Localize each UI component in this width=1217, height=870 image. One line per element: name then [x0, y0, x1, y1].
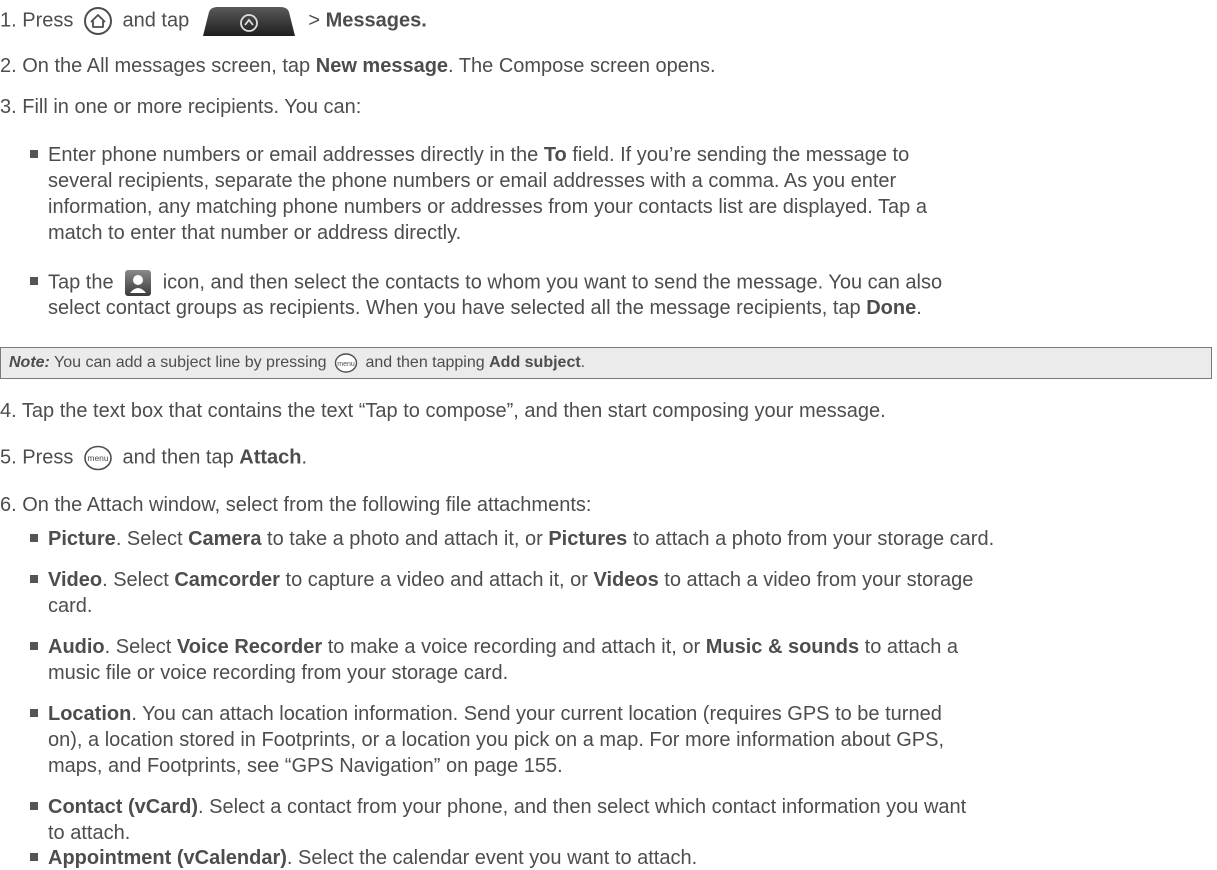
- bullet-marker: [30, 277, 38, 285]
- menu-button-icon: menu: [334, 353, 358, 373]
- attachment-location-line-2: on), a location stored in Footprints, or…: [48, 729, 945, 751]
- note-box: Note: You can add a subject line by pres…: [0, 347, 1212, 379]
- bullet-marker: [30, 574, 38, 583]
- menu-button-icon: menu: [84, 445, 112, 471]
- recipient-bullet-2-line-2: select contact groups as recipients. Whe…: [48, 297, 922, 319]
- step-4: 4. Tap the text box that contains the te…: [0, 400, 886, 422]
- step-2: 2. On the All messages screen, tap New m…: [0, 55, 716, 77]
- recipient-bullet-1: Enter phone numbers or email addresses d…: [30, 143, 909, 167]
- bullet-marker: [30, 708, 38, 717]
- svg-text:menu: menu: [337, 361, 355, 368]
- all-apps-tab-icon: [202, 7, 295, 36]
- attachment-location-line-3: maps, and Footprints, see “GPS Navigatio…: [48, 755, 563, 777]
- step-6: 6. On the Attach window, select from the…: [0, 494, 592, 516]
- recipient-bullet-2: Tap the icon, and then select the contac…: [30, 270, 942, 296]
- bullet-marker: [30, 641, 38, 650]
- attachment-video: Video. Select Camcorder to capture a vid…: [30, 568, 973, 592]
- note-label: Note:: [9, 354, 50, 372]
- attachment-appointment: Appointment (vCalendar). Select the cale…: [30, 846, 697, 870]
- bullet-marker: [30, 533, 38, 542]
- bullet-marker: [30, 801, 38, 810]
- step-3: 3. Fill in one or more recipients. You c…: [0, 96, 362, 118]
- home-button-icon: [83, 7, 112, 35]
- recipient-bullet-1-line-3: information, any matching phone numbers …: [48, 196, 927, 218]
- bullet-marker: [30, 852, 38, 861]
- attachment-contact-line-2: to attach.: [48, 822, 131, 844]
- step-5: 5. Press menu and then tap Attach.: [0, 445, 307, 471]
- recipient-bullet-1-line-4: match to enter that number or address di…: [48, 222, 462, 244]
- attachment-audio: Audio. Select Voice Recorder to make a v…: [30, 635, 958, 659]
- bullet-marker: [30, 149, 38, 158]
- attachment-video-line-2: card.: [48, 595, 93, 617]
- attachment-audio-line-2: music file or voice recording from your …: [48, 662, 509, 684]
- svg-text:menu: menu: [87, 453, 109, 463]
- attachment-picture: Picture. Select Camera to take a photo a…: [30, 527, 994, 551]
- recipient-bullet-1-line-2: several recipients, separate the phone n…: [48, 170, 897, 192]
- step-1: 1. Press and tap > Messages.: [0, 6, 427, 36]
- attachment-contact: Contact (vCard). Select a contact from y…: [30, 795, 966, 819]
- contacts-picker-icon: [125, 270, 152, 296]
- attachment-location: Location. You can attach location inform…: [30, 702, 942, 726]
